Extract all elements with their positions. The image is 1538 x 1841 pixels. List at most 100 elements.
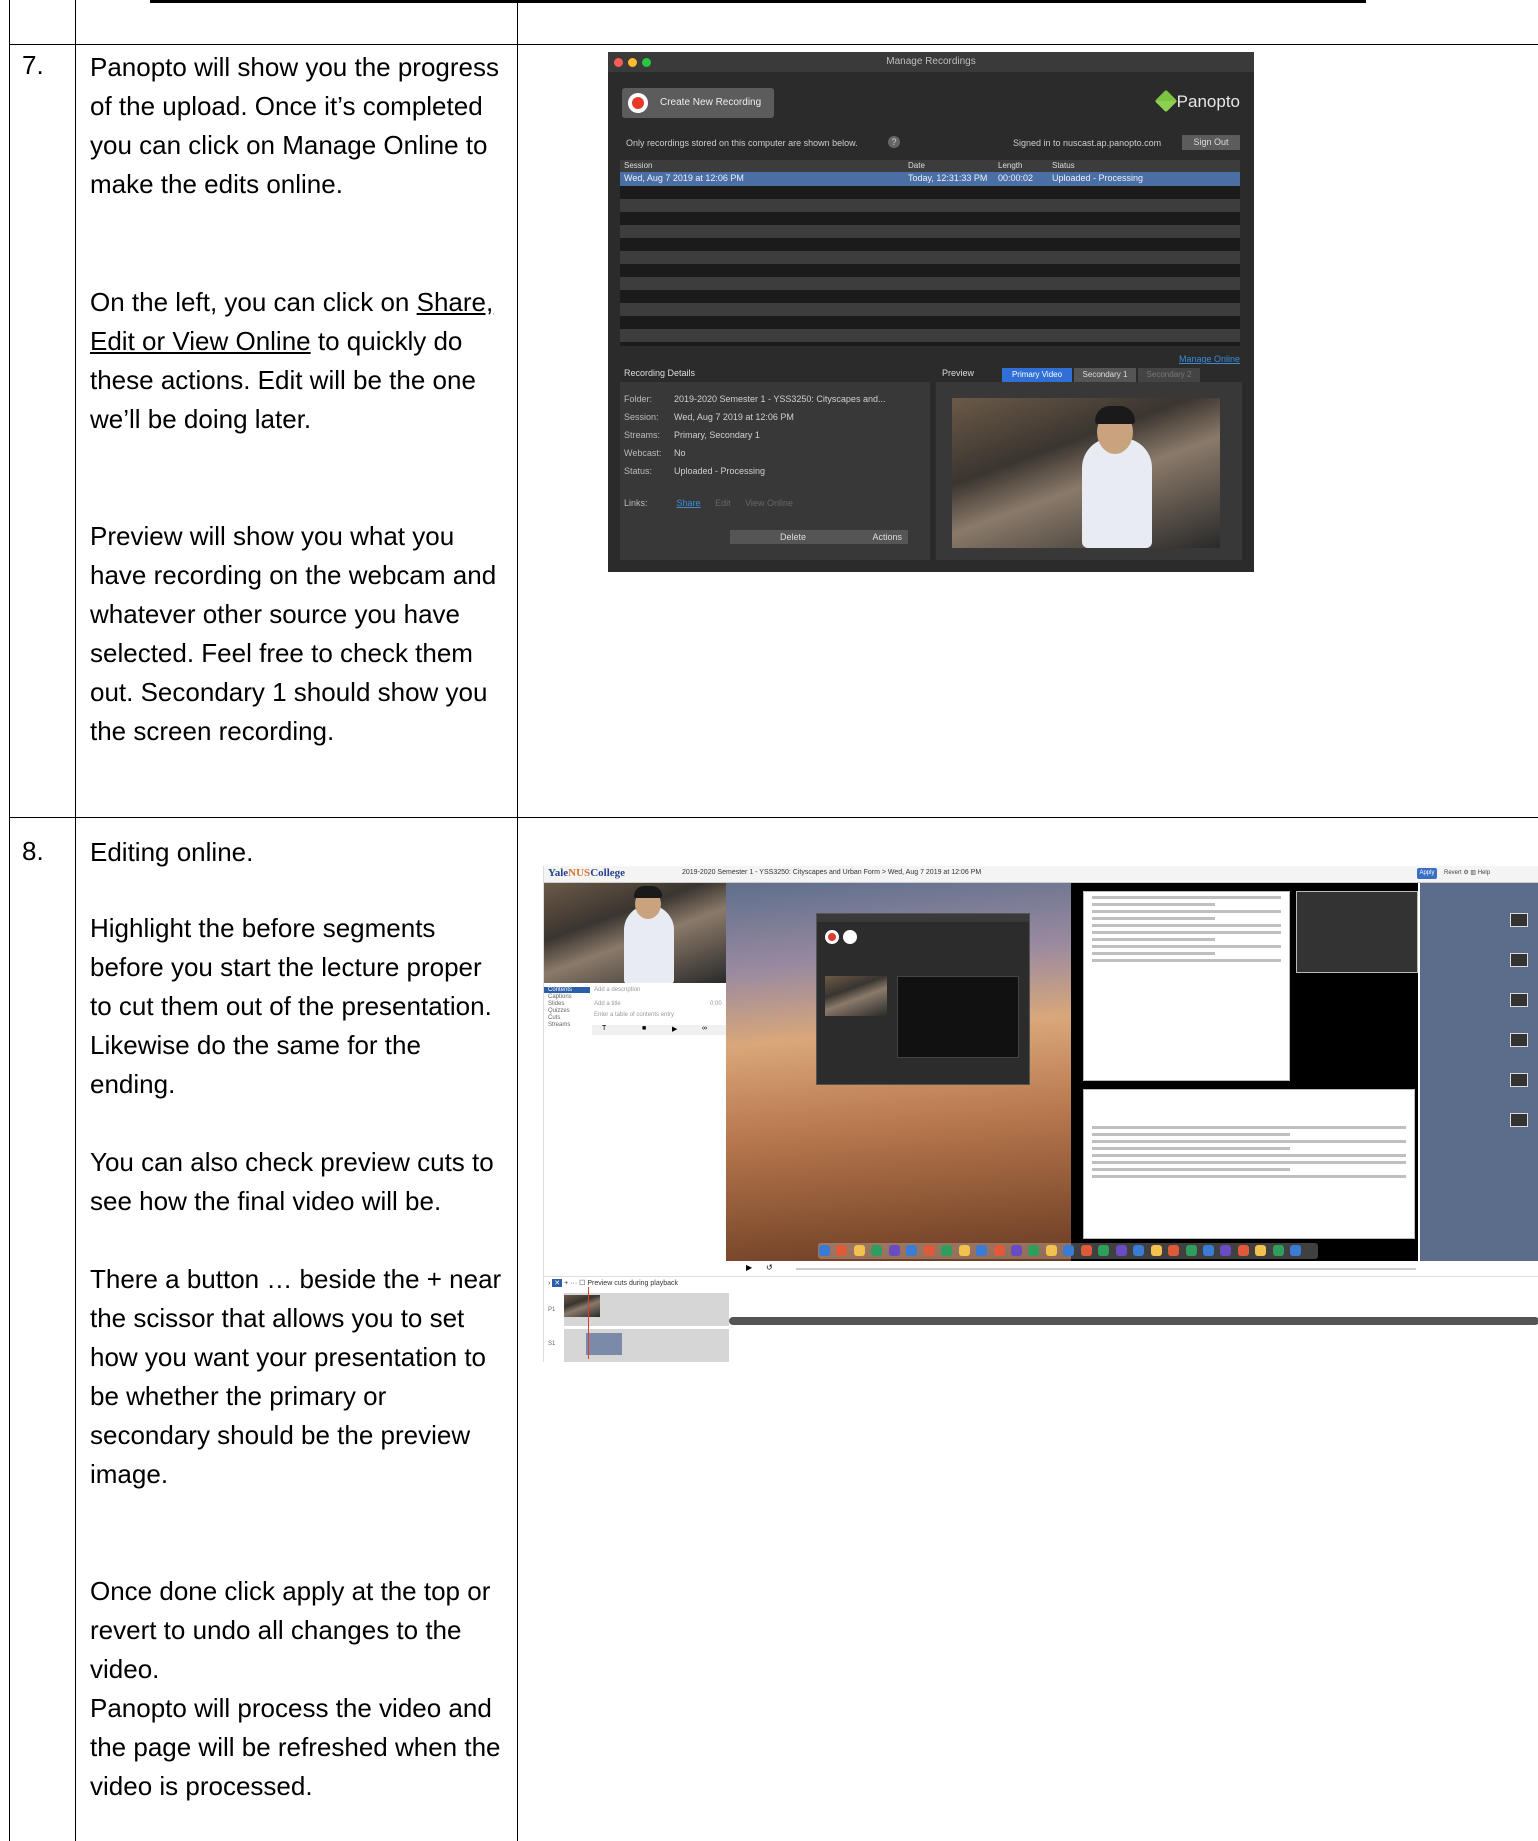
table-row[interactable]: Wed, Aug 7 2019 at 12:06 PM Today, 12:31… [620,172,1240,186]
create-button-label: Create New Recording [660,97,762,108]
delete-label: Delete [780,532,807,542]
app-icon [1290,1245,1302,1256]
editor-toolbar: Revert ⚙ ▥ Help [1444,869,1490,876]
add-icon[interactable]: + [564,1280,568,1287]
playhead[interactable] [588,1287,589,1359]
text-format-icon[interactable]: T [602,1025,606,1032]
text-line [1092,1161,1406,1164]
app-icon [1028,1245,1040,1256]
preview-cuts-checkbox[interactable]: ☐ [579,1280,585,1287]
manage-online-link[interactable]: Manage Online [1179,354,1240,364]
tab-secondary-1[interactable]: Secondary 1 [1074,368,1136,382]
create-new-recording-button[interactable]: Create New Recording [622,88,774,118]
column-header[interactable]: Session [624,161,652,170]
window-titlebar: Manage Recordings [608,52,1254,72]
video-icon[interactable]: ▶ [672,1025,677,1033]
seek-bar[interactable] [796,1268,1416,1270]
link-icon[interactable]: ∞ [702,1025,707,1032]
info-text: Only recordings stored on this computer … [626,138,858,148]
brand-name: Panopto [1176,92,1240,111]
date-cell: Today, 12:31:33 PM [908,173,988,183]
empty-row [620,277,1240,290]
timeline-toolbar: › ✕ + ··· ☐ Preview cuts during playback [548,1279,678,1287]
text-line [1092,1175,1406,1178]
manage-recordings-screenshot: Manage Recordings Create New Recording P… [608,52,1254,572]
app-icon [1080,1245,1092,1256]
play-icon[interactable]: ▶ [746,1263,752,1272]
primary-stream-thumbnail [564,1295,600,1317]
tab-secondary-2[interactable]: Secondary 2 [1138,368,1200,382]
view-online-link[interactable]: View Online [745,498,793,508]
stats-icon[interactable]: ▥ [1470,870,1477,876]
revert-button[interactable]: Revert [1444,870,1462,876]
sign-out-button[interactable]: Sign Out [1182,135,1240,150]
help-icon[interactable]: ? [888,136,900,148]
detail-streams: Streams: Primary, Secondary 1 [624,430,760,440]
signed-in-text: Signed in to nuscast.ap.panopto.com [1013,138,1162,148]
formatting-toolbar: T ■ ▶ ∞ [592,1025,726,1035]
track-label-p1: P1 [548,1307,556,1313]
app-icon [1237,1245,1249,1256]
app-icon [1185,1245,1197,1256]
toc-entry-field[interactable]: Enter a table of contents entry [594,1012,674,1018]
scissors-icon[interactable]: ✕ [552,1279,563,1287]
track-label-s1: S1 [548,1341,556,1347]
slide-icon[interactable]: ■ [642,1025,646,1032]
apply-button[interactable]: Apply [1417,868,1437,879]
desktop-file-icon [1510,1033,1528,1047]
nav-cuts[interactable]: Cuts [548,1015,560,1021]
nav-quizzes[interactable]: Quizzes [548,1008,570,1014]
editor-video-area [726,883,1418,1276]
nav-streams[interactable]: Streams [548,1022,570,1028]
pause-icon [843,930,857,944]
secondary-stream-thumbnail [586,1333,622,1355]
text-line [1092,1168,1290,1171]
add-title-field[interactable]: Add a title [594,1001,621,1007]
edit-link[interactable]: Edit [715,498,731,508]
detail-value: No [674,448,686,458]
table-row-line-2 [9,817,1538,818]
logo-text: Yale [548,867,569,879]
detail-value: Uploaded - Processing [674,466,766,476]
column-header[interactable]: Date [908,161,925,170]
step-paragraph: Highlight the before segments before you… [90,913,492,1099]
logo-text: College [590,867,626,879]
desktop-file-icon [1510,993,1528,1007]
text-line [1092,945,1281,948]
add-description-field[interactable]: Add a description [594,987,640,993]
rewind-icon[interactable]: ↺ [766,1263,773,1272]
share-link[interactable]: Share [677,498,701,508]
text-line [1092,1140,1406,1143]
nav-slides[interactable]: Slides [548,1001,564,1007]
actions-label[interactable]: Actions [872,530,902,544]
app-icon [1272,1245,1284,1256]
text-line [1092,1147,1290,1150]
delete-button[interactable]: Delete Actions [730,530,908,544]
document-page [1083,891,1290,1081]
close-dot-icon [614,58,623,67]
app-icon [853,1245,865,1256]
status-cell: Uploaded - Processing [1052,173,1144,183]
app-icon [1133,1245,1145,1256]
nav-contents[interactable]: Contents [544,987,590,993]
text-line [1092,910,1281,913]
desktop-file-icon [1510,913,1528,927]
column-header[interactable]: Length [998,161,1022,170]
more-icon[interactable]: ··· [570,1280,577,1287]
preview-label: Preview [942,368,975,378]
app-icon [836,1245,848,1256]
detail-value: Wed, Aug 7 2019 at 12:06 PM [674,412,794,422]
step-paragraph: There a button … beside the + near the s… [90,1264,502,1489]
desktop-wallpaper [726,883,1318,1276]
webcam-preview-image [952,398,1220,548]
help-button[interactable]: Help [1478,870,1490,876]
breadcrumb[interactable]: 2019-2020 Semester 1 - YSS3250: Cityscap… [682,869,981,876]
tab-primary-video[interactable]: Primary Video [1002,368,1072,382]
step-paragraph: Editing online. [90,837,254,867]
column-header[interactable]: Status [1052,161,1075,170]
empty-row [620,303,1240,316]
expand-icon[interactable]: › [548,1280,550,1287]
nav-captions[interactable]: Captions [548,994,572,1000]
step-number: 7. [22,50,44,80]
app-icon [871,1245,883,1256]
